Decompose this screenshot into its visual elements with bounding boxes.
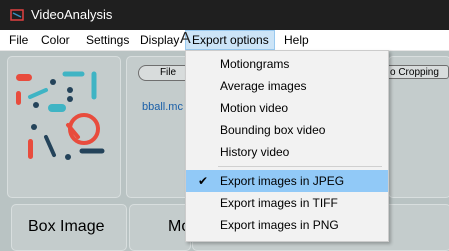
menu-item-export-tiff[interactable]: Export images in TIFF <box>186 192 388 214</box>
menu-settings[interactable]: Settings <box>86 30 129 50</box>
box-image-label: Box Image <box>28 218 105 235</box>
menu-item-label: Export images in PNG <box>220 218 339 232</box>
menu-item-label: Average images <box>220 79 307 93</box>
menu-item-label: History video <box>220 145 290 159</box>
logo-panel <box>7 56 121 198</box>
menu-item-bounding-box-video[interactable]: Bounding box video <box>186 119 388 141</box>
menu-help[interactable]: Help <box>284 30 309 50</box>
window-title: VideoAnalysis <box>31 7 113 22</box>
menu-item-label: Export images in JPEG <box>220 174 345 188</box>
menu-color[interactable]: Color <box>41 30 70 50</box>
menu-item-label: Motion video <box>220 101 289 115</box>
menu-item-label: Export images in TIFF <box>220 196 338 210</box>
checkmark-icon: ✔ <box>198 174 209 188</box>
menu-item-history-video[interactable]: History video <box>186 141 388 163</box>
title-bar: VideoAnalysis <box>0 0 449 30</box>
export-options-dropdown: Motiongrams Average images Motion video … <box>185 50 389 242</box>
menu-item-average-images[interactable]: Average images <box>186 75 388 97</box>
menu-display[interactable]: Display <box>140 30 179 50</box>
panel-heading-fragment: A <box>180 30 191 47</box>
app-logo-graphic <box>16 71 105 160</box>
menu-item-motion-video[interactable]: Motion video <box>186 97 388 119</box>
app-logo-icon <box>10 9 24 21</box>
menu-file[interactable]: File <box>9 30 28 50</box>
menu-item-export-jpeg[interactable]: ✔ Export images in JPEG <box>186 170 388 192</box>
menu-item-export-png[interactable]: Export images in PNG <box>186 214 388 236</box>
menu-item-label: Bounding box video <box>220 123 326 137</box>
menu-item-motiongrams[interactable]: Motiongrams <box>186 53 388 75</box>
cropping-button[interactable]: o Cropping <box>386 65 449 79</box>
menu-item-label: Motiongrams <box>220 57 290 71</box>
menu-bar: File Color Settings Display Export optio… <box>0 30 449 51</box>
filename-label: bball.mc <box>142 101 183 113</box>
menu-separator <box>218 166 382 167</box>
menu-export-options[interactable]: Export options <box>185 30 275 50</box>
